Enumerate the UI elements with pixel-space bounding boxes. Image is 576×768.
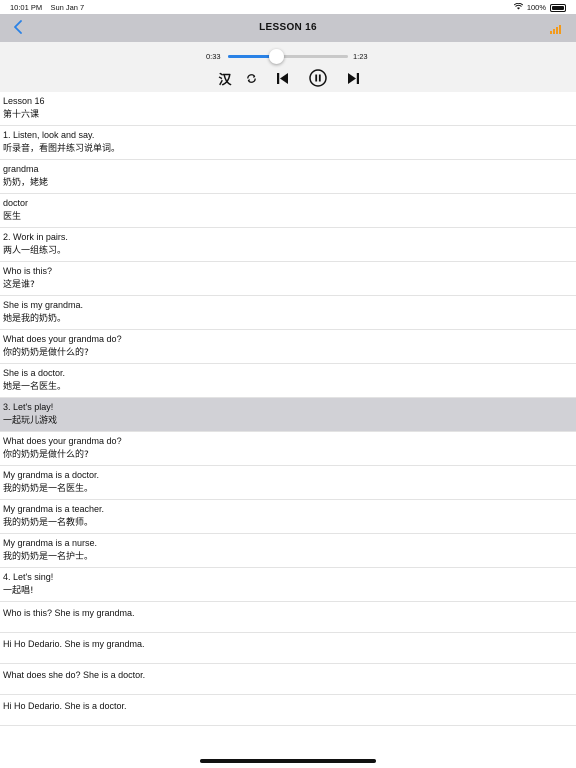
chinese-text: 你的奶奶是做什么的? [3,348,89,358]
english-text: 4. Let's sing! [3,572,54,582]
english-text: My grandma is a nurse. [3,538,98,548]
current-time: 0:33 [206,52,221,61]
list-item[interactable]: 3. Let's play! 一起玩儿游戏 [0,398,576,432]
list-item[interactable]: 1. Listen, look and say. 听录音，看图并练习说单词。 [0,126,576,160]
chinese-toggle-button[interactable]: 汉 [216,68,234,88]
english-text: 2. Work in pairs. [3,232,68,242]
english-text: doctor [3,198,29,208]
chinese-text: 医生 [3,212,22,222]
chinese-text: 我的奶奶是一名护士。 [3,552,94,562]
status-time: 10:01 PM [10,3,43,12]
english-text: What does your grandma do? [3,436,122,446]
chinese-text: 第十六课 [3,110,40,120]
status-date: Sun Jan 7 [50,3,85,12]
list-item[interactable]: My grandma is a teacher. 我的奶奶是一名教师。 [0,500,576,534]
english-text: Who is this? She is my grandma. [3,608,135,618]
chinese-text: 这是谁? [3,280,35,290]
chinese-text: 你的奶奶是做什么的? [3,450,89,460]
chinese-text: 一起唱! [3,586,34,596]
english-text: Hi Ho Dedario. She is a doctor. [3,701,127,711]
list-item[interactable]: Hi Ho Dedario. She is my grandma. [0,633,576,664]
chinese-text: 她是一名医生。 [3,382,67,392]
list-item[interactable]: What does she do? She is a doctor. [0,664,576,695]
english-text: What does your grandma do? [3,334,122,344]
next-button[interactable] [345,68,361,88]
list-item[interactable]: 4. Let's sing! 一起唱! [0,568,576,602]
progress-slider[interactable] [228,49,348,64]
list-item[interactable]: grandma 奶奶，姥姥 [0,160,576,194]
home-indicator[interactable] [200,759,376,763]
english-text: She is a doctor. [3,368,66,378]
progress-thumb[interactable] [269,49,284,64]
chinese-text: 一起玩儿游戏 [3,416,58,426]
previous-icon [276,72,288,84]
english-text: What does she do? She is a doctor. [3,670,146,680]
wifi-icon [513,2,523,12]
chinese-text: 我的奶奶是一名医生。 [3,484,94,494]
list-item[interactable]: She is my grandma. 她是我的奶奶。 [0,296,576,330]
list-item[interactable]: My grandma is a nurse. 我的奶奶是一名护士。 [0,534,576,568]
repeat-button[interactable] [244,68,258,88]
chinese-text: 奶奶，姥姥 [3,178,49,188]
next-icon [347,72,359,84]
english-text: 1. Listen, look and say. [3,130,95,140]
repeat-icon [246,73,256,83]
list-item[interactable]: What does your grandma do? 你的奶奶是做什么的? [0,432,576,466]
list-item[interactable]: Who is this? She is my grandma. [0,602,576,633]
list-item[interactable]: What does your grandma do? 你的奶奶是做什么的? [0,330,576,364]
list-item[interactable]: 2. Work in pairs. 两人一组练习。 [0,228,576,262]
chinese-text: 两人一组练习。 [3,246,67,256]
english-text: Who is this? [3,266,53,276]
status-bar: 10:01 PM Sun Jan 7 100% [0,0,576,14]
chinese-text: 她是我的奶奶。 [3,314,67,324]
english-text: Hi Ho Dedario. She is my grandma. [3,639,145,649]
navigation-bar: LESSON 16 [0,14,576,42]
chinese-text: 我的奶奶是一名教师。 [3,518,94,528]
english-text: My grandma is a doctor. [3,470,100,480]
list-item[interactable]: Hi Ho Dedario. She is a doctor. [0,695,576,726]
page-title: LESSON 16 [259,22,317,33]
audio-player: 0:33 1:23 汉 [0,42,576,92]
chinese-text: 听录音，看图并练习说单词。 [3,144,121,154]
total-time: 1:23 [353,52,368,61]
battery-percent: 100% [526,3,546,12]
pause-icon [309,69,327,87]
list-item[interactable]: Who is this? 这是谁? [0,262,576,296]
lesson-list: Lesson 16 第十六课 1. Listen, look and say. 听录音… [0,92,576,726]
english-text: grandma [3,164,39,174]
list-item[interactable]: doctor 医生 [0,194,576,228]
english-text: My grandma is a teacher. [3,504,105,514]
bars-icon[interactable] [550,24,564,34]
previous-button[interactable] [274,68,290,88]
list-item[interactable]: My grandma is a doctor. 我的奶奶是一名医生。 [0,466,576,500]
list-item[interactable]: She is a doctor. 她是一名医生。 [0,364,576,398]
list-item[interactable]: Lesson 16 第十六课 [0,92,576,126]
english-text: She is my grandma. [3,300,84,310]
status-right: 100% [513,2,566,12]
english-text: 3. Let's play! [3,402,54,412]
english-text: Lesson 16 [3,96,45,106]
status-left: 10:01 PM Sun Jan 7 [10,3,84,12]
battery-icon [550,3,566,12]
pause-button[interactable] [308,68,328,88]
